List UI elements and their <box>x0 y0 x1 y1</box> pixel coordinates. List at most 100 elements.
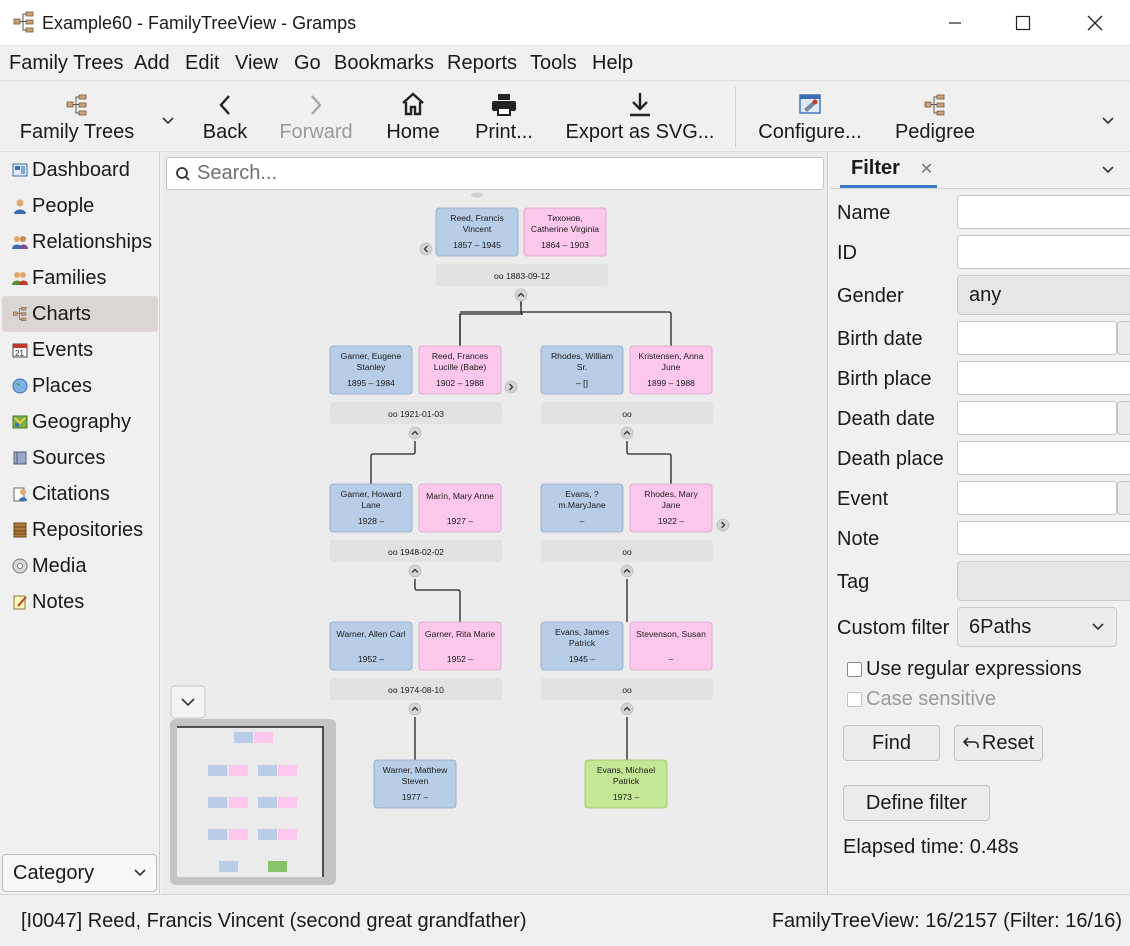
birth-date-field[interactable] <box>957 321 1117 355</box>
back-button[interactable]: Back <box>196 81 254 153</box>
sidebar-item-dashboard[interactable]: Dashboard <box>2 152 158 188</box>
sidebar-item-sources[interactable]: Sources <box>2 440 158 476</box>
define-filter-label: Define filter <box>865 791 968 814</box>
expander-button[interactable] <box>504 380 518 394</box>
name-label: Name <box>837 202 891 224</box>
menu-go[interactable]: Go <box>294 52 321 75</box>
event-field[interactable] <box>957 481 1117 515</box>
minimap-person <box>234 732 253 743</box>
note-icon <box>11 593 29 611</box>
define-filter-button[interactable]: Define filter <box>843 785 990 821</box>
forward-label: Forward <box>279 121 353 143</box>
home-button[interactable]: Home <box>382 81 444 153</box>
menu-add[interactable]: Add <box>134 52 170 75</box>
person-name: Garner, Rita Marie <box>425 629 495 639</box>
birth-date-editor-button[interactable] <box>1117 321 1130 355</box>
person-dates: 1928 – <box>358 516 385 526</box>
search-input[interactable] <box>197 162 797 185</box>
person-name: Garner, Howard <box>341 489 402 499</box>
birth-place-field[interactable] <box>957 361 1130 395</box>
reset-button[interactable]: Reset <box>954 725 1043 761</box>
name-field[interactable] <box>957 195 1130 229</box>
chevron-down-icon[interactable] <box>1102 166 1114 174</box>
sidebar-item-geography[interactable]: Geography <box>2 404 158 440</box>
custom-filter-select[interactable]: 6Paths <box>957 607 1117 647</box>
minimap-toggle-button[interactable] <box>170 685 206 719</box>
menu-help[interactable]: Help <box>592 52 633 75</box>
family-trees-button[interactable]: Family Trees <box>18 81 136 153</box>
birth-date-label: Birth date <box>837 328 923 350</box>
sidebar-item-places[interactable]: Places <box>2 368 158 404</box>
elapsed-time: Elapsed time: 0.48s <box>843 836 1019 858</box>
menu-bookmarks[interactable]: Bookmarks <box>334 52 434 75</box>
sidebar-item-events[interactable]: 21 Events <box>2 332 158 368</box>
pedigree-button[interactable]: Pedigree <box>890 81 980 153</box>
tag-select[interactable] <box>957 561 1130 601</box>
expander-button[interactable] <box>514 288 528 302</box>
expander-button[interactable] <box>716 518 730 532</box>
family-tree-canvas[interactable]: oo 1883-09-12 Reed, FrancisVincent 1857 – … <box>162 152 828 894</box>
expander-button[interactable] <box>419 242 433 256</box>
minimize-button[interactable] <box>920 0 990 46</box>
forward-button[interactable]: Forward <box>276 81 356 153</box>
death-place-field[interactable] <box>957 441 1130 475</box>
export-svg-button[interactable]: Export as SVG... <box>566 81 714 153</box>
close-tab-icon[interactable]: ✕ <box>920 159 933 179</box>
undo-icon <box>962 737 979 748</box>
sidebar-item-media[interactable]: Media <box>2 548 158 584</box>
expander-button[interactable] <box>620 426 634 440</box>
expander-button[interactable] <box>408 702 422 716</box>
sidebar-item-notes[interactable]: Notes <box>2 584 158 620</box>
person-dates: 1952 – <box>358 654 385 664</box>
use-regex-checkbox[interactable]: Use regular expressions <box>847 658 1082 681</box>
expander-button[interactable] <box>620 564 634 578</box>
filter-tab[interactable]: Filter ✕ <box>840 152 938 188</box>
person-name: Catherine Virginia <box>531 224 599 234</box>
home-label: Home <box>386 121 440 143</box>
minimap-person <box>229 797 248 808</box>
print-button[interactable]: Print... <box>470 81 538 153</box>
sidebar-item-citations[interactable]: Citations <box>2 476 158 512</box>
sidebar-item-families[interactable]: Families <box>2 260 158 296</box>
note-field[interactable] <box>957 521 1130 555</box>
person-name: Rhodes, William <box>551 351 613 361</box>
find-button[interactable]: Find <box>843 725 940 761</box>
death-date-editor-button[interactable] <box>1117 401 1130 435</box>
globe-icon <box>11 377 29 395</box>
death-date-field[interactable] <box>957 401 1117 435</box>
family-trees-dropdown[interactable] <box>156 81 180 153</box>
menu-family-trees[interactable]: Family Trees <box>9 52 123 75</box>
menu-tools[interactable]: Tools <box>530 52 577 75</box>
minimap-person <box>229 765 248 776</box>
sidebar-item-relationships[interactable]: Relationships <box>2 224 158 260</box>
id-field[interactable] <box>957 235 1130 269</box>
death-place-label: Death place <box>837 448 944 470</box>
case-sensitive-checkbox[interactable]: Case sensitive <box>847 688 996 711</box>
sidebar-item-people[interactable]: People <box>2 188 158 224</box>
person-dates: 1952 – <box>447 654 474 664</box>
relationships-icon <box>11 233 29 251</box>
download-icon <box>630 93 650 117</box>
expander-button[interactable] <box>408 426 422 440</box>
family-label: oo 1921-01-03 <box>388 409 444 419</box>
expander-button[interactable] <box>620 702 634 716</box>
gender-value: any <box>969 283 1002 306</box>
expander-button[interactable] <box>408 564 422 578</box>
sidebar-item-charts[interactable]: Charts <box>2 296 158 332</box>
event-dropdown-button[interactable] <box>1117 481 1130 515</box>
scroll-hint <box>471 192 483 198</box>
book-icon <box>11 449 29 467</box>
menu-view[interactable]: View <box>235 52 278 75</box>
family-trees-label: Family Trees <box>19 121 135 143</box>
configure-button[interactable]: Configure... <box>756 81 864 153</box>
menu-edit[interactable]: Edit <box>185 52 219 75</box>
category-selector[interactable]: Category <box>2 854 157 892</box>
sidebar-item-repositories[interactable]: Repositories <box>2 512 158 548</box>
minimap-person <box>278 829 297 840</box>
maximize-button[interactable] <box>988 0 1058 46</box>
search-box[interactable] <box>166 157 824 190</box>
gender-select[interactable]: any <box>957 275 1130 315</box>
close-button[interactable] <box>1060 0 1130 46</box>
menu-reports[interactable]: Reports <box>447 52 517 75</box>
toolbar-overflow-button[interactable] <box>1096 81 1120 153</box>
